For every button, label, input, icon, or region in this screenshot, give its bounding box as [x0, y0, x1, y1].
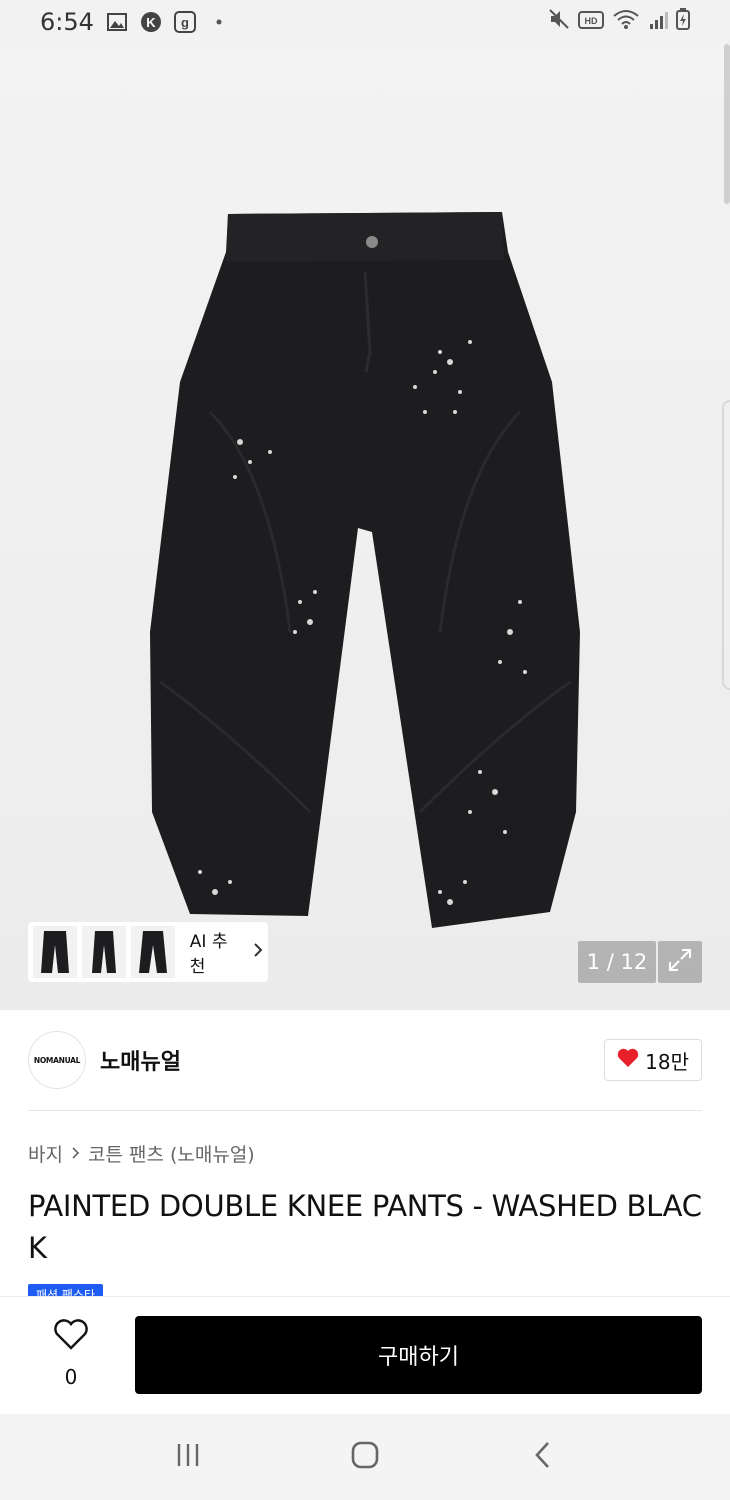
- divider: [28, 1110, 702, 1111]
- product-title: PAINTED DOUBLE KNEE PANTS - WASHED BLACK: [28, 1189, 702, 1265]
- breadcrumb-category[interactable]: 바지: [28, 1140, 63, 1167]
- system-nav-bar: [0, 1414, 730, 1500]
- thumbnail[interactable]: [130, 926, 175, 978]
- product-image: [150, 212, 580, 928]
- ai-recommendation-label: AI 추천: [189, 932, 228, 977]
- status-time: 6:54: [40, 8, 94, 36]
- battery-icon: [676, 8, 690, 36]
- brand-like-button[interactable]: 18만: [604, 1039, 702, 1081]
- heart-icon: [617, 1048, 639, 1073]
- wifi-icon: [612, 8, 640, 36]
- back-button[interactable]: [512, 1427, 572, 1487]
- wishlist-button[interactable]: 0: [40, 1319, 102, 1389]
- brand-logo[interactable]: NOMANUAL: [28, 1031, 86, 1089]
- ai-recommendation-link[interactable]: AI 추천: [190, 927, 263, 977]
- breadcrumb-subcategory[interactable]: 코튼 팬츠 (노매뉴얼): [88, 1140, 255, 1167]
- home-icon: [350, 1440, 380, 1474]
- bottom-action-bar: 0 구매하기: [0, 1296, 730, 1414]
- gallery-icon: [106, 11, 128, 33]
- signal-icon: [648, 8, 668, 36]
- expand-button[interactable]: [658, 941, 702, 983]
- k-app-icon: K: [140, 11, 162, 33]
- home-button[interactable]: [335, 1427, 395, 1487]
- thumbnail[interactable]: [33, 926, 77, 978]
- svg-text:K: K: [146, 15, 156, 30]
- edge-panel-handle[interactable]: [722, 400, 730, 690]
- chevron-right-icon: [71, 1143, 80, 1165]
- svg-text:HD: HD: [585, 16, 598, 26]
- brand-name[interactable]: 노매뉴얼: [100, 1044, 181, 1076]
- image-counter: 1 / 12: [578, 941, 656, 983]
- promo-badge: 패션 팬스타: [28, 1284, 104, 1296]
- expand-icon: [667, 947, 693, 977]
- recents-icon: [174, 1441, 202, 1473]
- dot-icon: [208, 11, 230, 33]
- hd-icon: HD: [578, 8, 604, 36]
- chevron-right-icon: [253, 942, 263, 963]
- recents-button[interactable]: [158, 1427, 218, 1487]
- product-image-gallery[interactable]: AI 추천 1 / 12: [0, 44, 730, 1010]
- back-icon: [532, 1440, 552, 1474]
- thumbnail[interactable]: [81, 926, 126, 978]
- status-bar: 6:54 K g HD: [0, 0, 730, 44]
- buy-button[interactable]: 구매하기: [135, 1316, 702, 1394]
- g-app-icon: g: [173, 11, 196, 33]
- wishlist-count: 0: [64, 1365, 78, 1389]
- brand-row[interactable]: NOMANUAL 노매뉴얼 18만: [28, 1030, 702, 1090]
- svg-text:g: g: [181, 15, 189, 30]
- scrollbar[interactable]: [724, 44, 730, 204]
- ai-recommendation-strip[interactable]: AI 추천: [28, 922, 268, 982]
- breadcrumb: 바지 코튼 팬츠 (노매뉴얼): [28, 1140, 255, 1167]
- heart-icon: [53, 1319, 89, 1355]
- brand-like-count: 18만: [645, 1049, 689, 1074]
- mute-icon: [548, 8, 570, 36]
